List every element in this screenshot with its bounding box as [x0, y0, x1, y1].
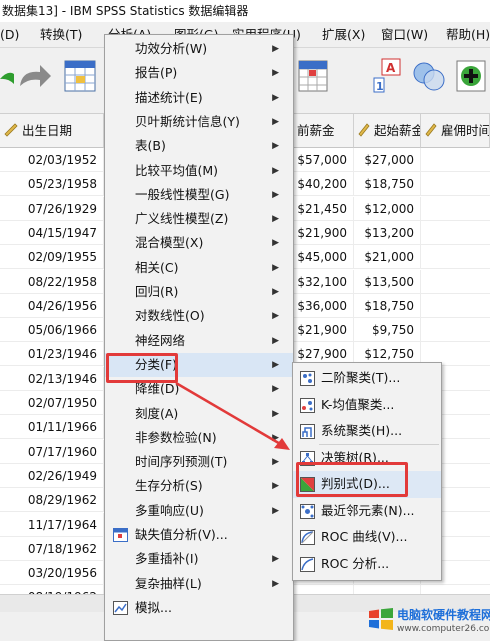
watermark: 电脑软硬件教程网 www.computer26.com: [368, 602, 490, 641]
annotation-arrow-icon: [175, 381, 290, 450]
watermark-title: 电脑软硬件教程网: [397, 608, 490, 622]
watermark-url: www.computer26.com: [397, 624, 490, 634]
windows-logo-icon: [369, 608, 393, 630]
